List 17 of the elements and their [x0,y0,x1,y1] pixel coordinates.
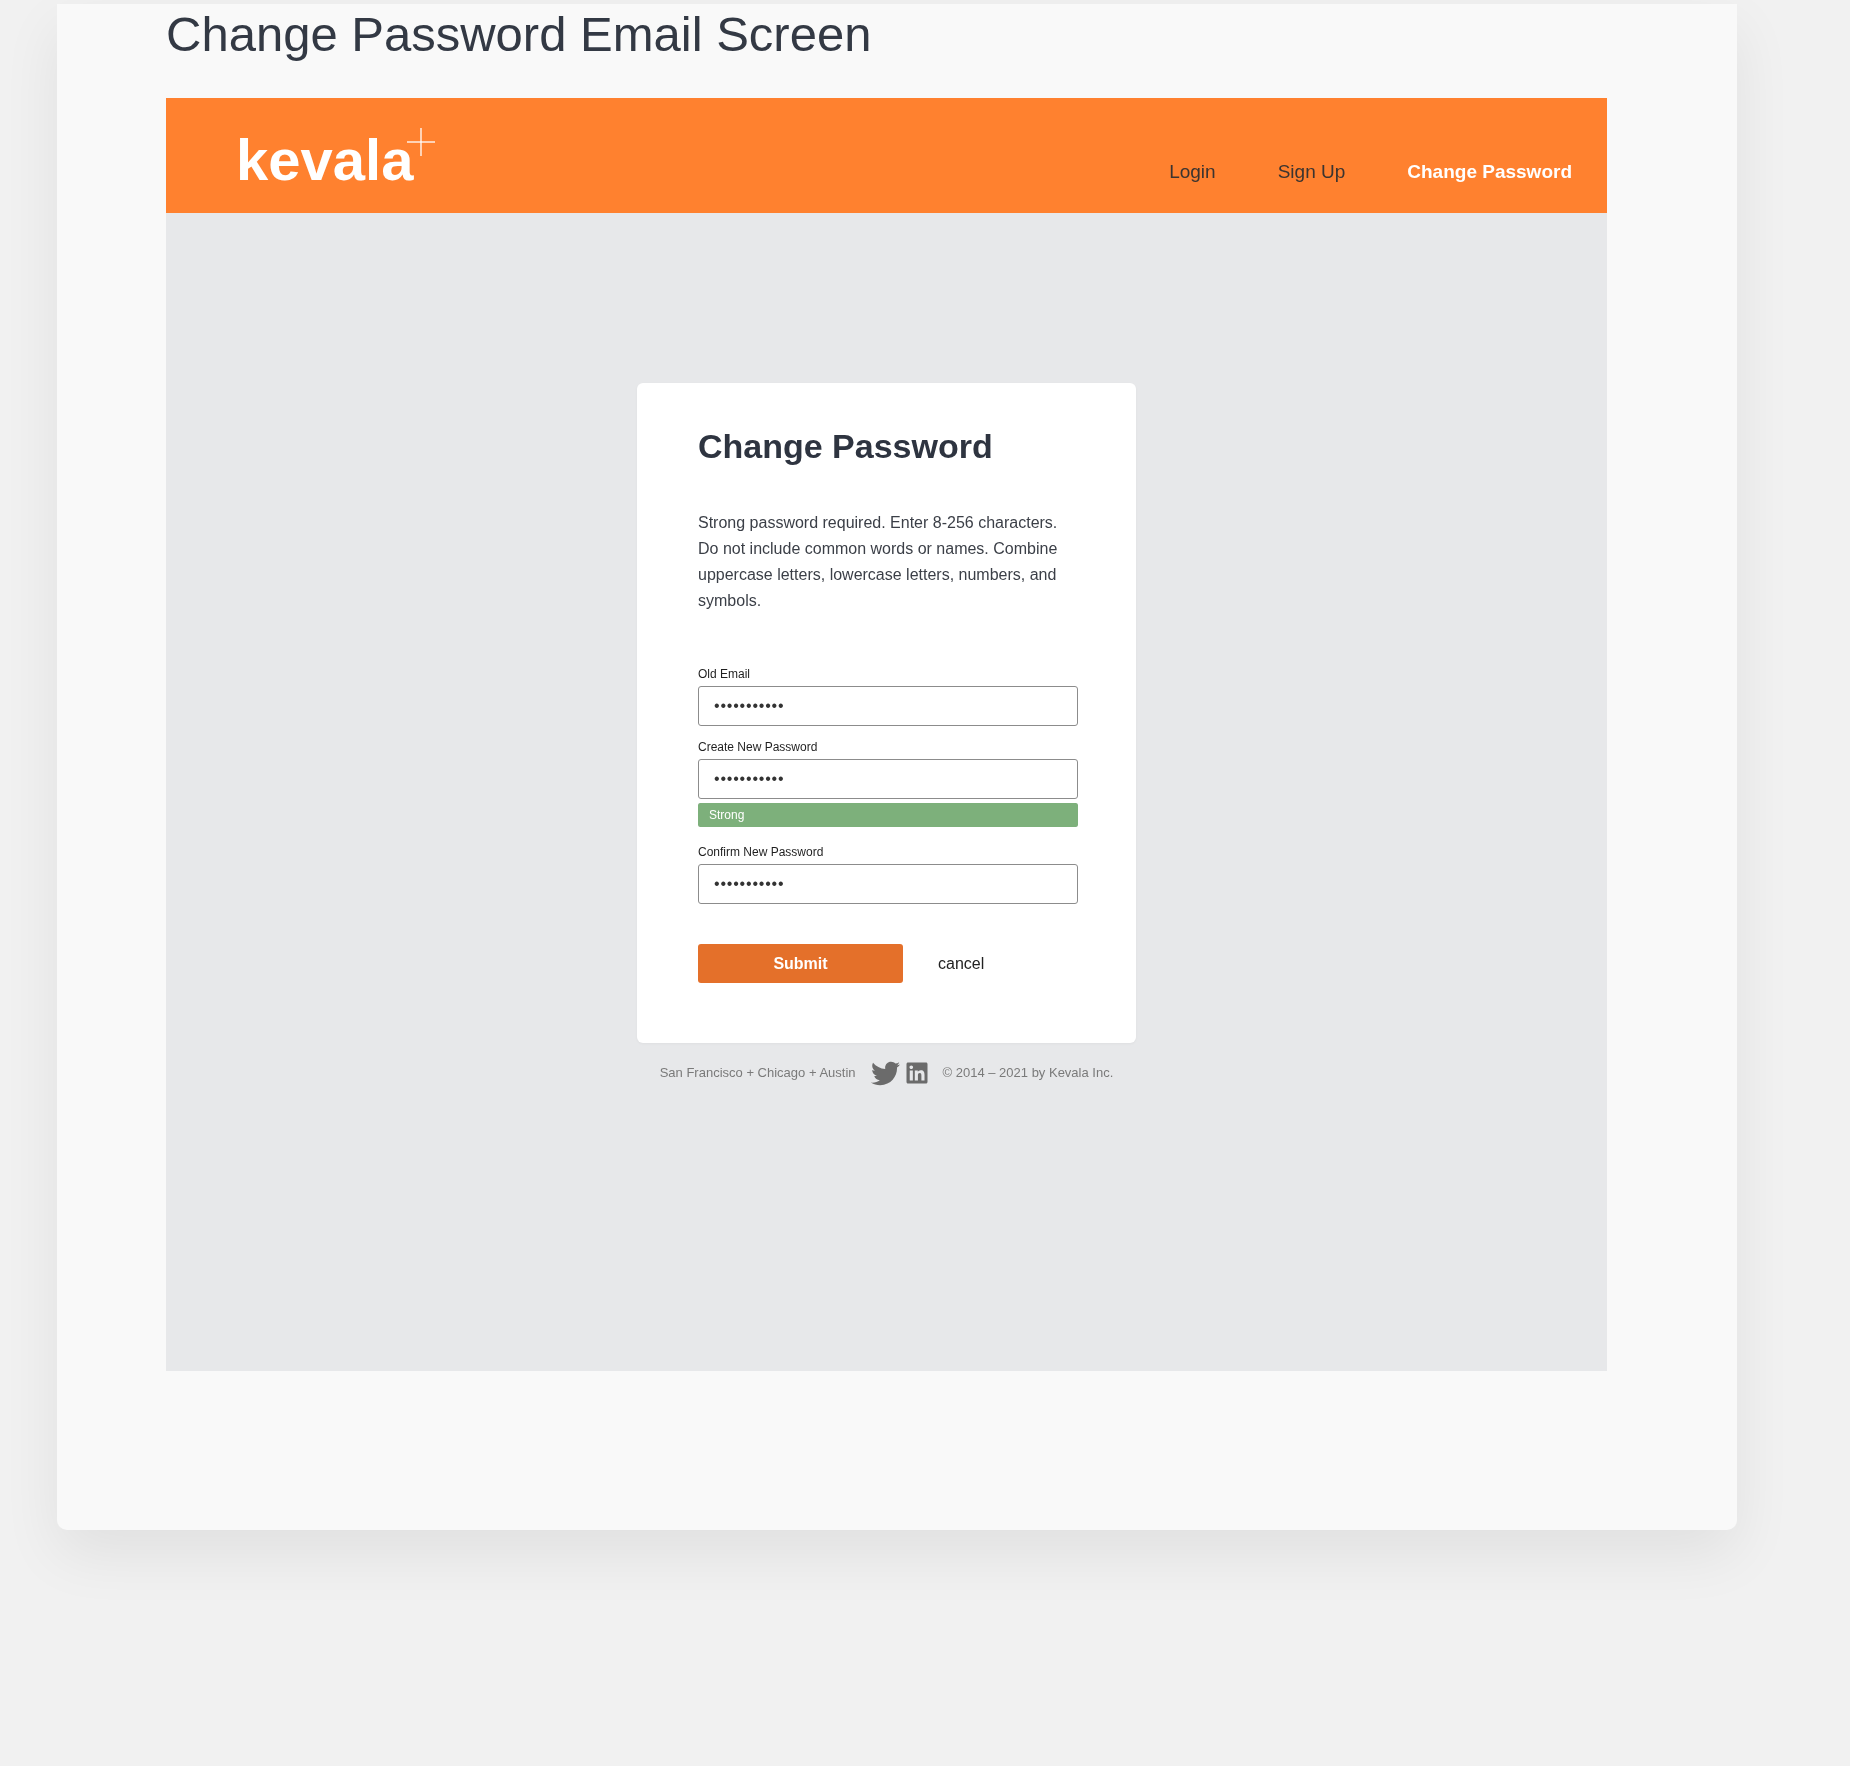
strength-label: Strong [709,807,745,824]
description-text: Strong password required. Enter 8-256 characters. Do not include common words or names. Combine uppercase letters, lowercase letters, numbers, and symbols. [698,513,1059,611]
input-field[interactable]: ••••••••••• [698,864,1078,904]
input-field[interactable]: ••••••••••• [698,686,1078,726]
field-label: Old Email [698,666,751,682]
footer-copyright: © 2014 – 2021 by Kevala Inc. [942,1064,1114,1082]
page-title: Change Password Email Screen [166,6,873,63]
linkedin-icon[interactable] [904,1061,929,1085]
logo-wordmark: kevala [236,131,414,189]
input-field[interactable]: ••••••••••• [698,759,1078,799]
field-label: Confirm New Password [698,844,825,860]
nav-link[interactable]: Login [1169,160,1216,184]
nav-link[interactable]: Sign Up [1277,160,1346,184]
card-title: Change Password [698,426,994,466]
field-label: Create New Password [698,739,819,755]
cancel-link[interactable]: cancel [938,953,985,974]
footer-locations: San Francisco + Chicago + Austin [659,1064,856,1082]
